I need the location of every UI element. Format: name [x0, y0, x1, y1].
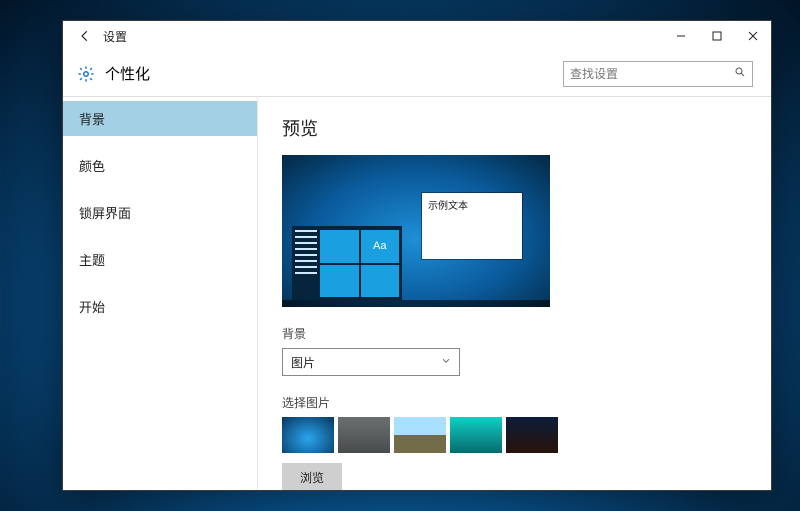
sidebar-item-label: 背景: [79, 112, 105, 127]
background-label: 背景: [282, 325, 743, 342]
picture-thumb[interactable]: [450, 417, 502, 453]
sidebar-item-label: 颜色: [79, 159, 105, 174]
search-placeholder: 查找设置: [570, 65, 734, 82]
window-controls: [663, 21, 771, 51]
settings-window: 设置 个性化 查找设置: [62, 20, 772, 491]
window-maximize-button[interactable]: [699, 21, 735, 51]
search-icon: [734, 66, 746, 81]
window-close-button[interactable]: [735, 21, 771, 51]
sidebar-item-label: 锁屏界面: [79, 206, 131, 221]
preview-sample-window: 示例文本: [422, 193, 522, 259]
back-button[interactable]: [71, 21, 99, 51]
sidebar-item-colors[interactable]: 颜色: [63, 148, 257, 183]
sidebar-item-lockscreen[interactable]: 锁屏界面: [63, 195, 257, 230]
browse-button[interactable]: 浏览: [282, 463, 342, 490]
search-input[interactable]: 查找设置: [563, 61, 753, 87]
sidebar: 背景 颜色 锁屏界面 主题 开始: [63, 97, 258, 490]
background-dropdown-value: 图片: [291, 354, 441, 371]
browse-button-label: 浏览: [300, 471, 324, 485]
sidebar-item-label: 主题: [79, 253, 105, 268]
sidebar-item-background[interactable]: 背景: [63, 101, 257, 136]
picture-thumbnails: [282, 417, 743, 453]
preview-taskbar: [282, 300, 550, 307]
page-title: 个性化: [105, 63, 150, 84]
sidebar-item-themes[interactable]: 主题: [63, 242, 257, 277]
preview-heading: 预览: [282, 115, 743, 141]
content-pane: 预览 Aa 示例文本 背景: [258, 97, 771, 490]
window-minimize-button[interactable]: [663, 21, 699, 51]
page-header: 个性化 查找设置: [63, 51, 771, 97]
preview-sample-text: 示例文本: [428, 201, 468, 212]
choose-picture-label: 选择图片: [282, 394, 743, 411]
preview-tile-aa: Aa: [361, 230, 400, 263]
window-title: 设置: [103, 28, 127, 45]
sidebar-item-label: 开始: [79, 300, 105, 315]
chevron-down-icon: [441, 356, 451, 369]
picture-thumb[interactable]: [506, 417, 558, 453]
window-titlebar: 设置: [63, 21, 771, 51]
picture-thumb[interactable]: [394, 417, 446, 453]
picture-thumb[interactable]: [338, 417, 390, 453]
picture-thumb[interactable]: [282, 417, 334, 453]
gear-icon: [77, 65, 95, 83]
preview-start-menu: Aa: [292, 226, 402, 300]
desktop-preview: Aa 示例文本: [282, 155, 550, 307]
background-dropdown[interactable]: 图片: [282, 348, 460, 376]
sidebar-item-start[interactable]: 开始: [63, 289, 257, 324]
